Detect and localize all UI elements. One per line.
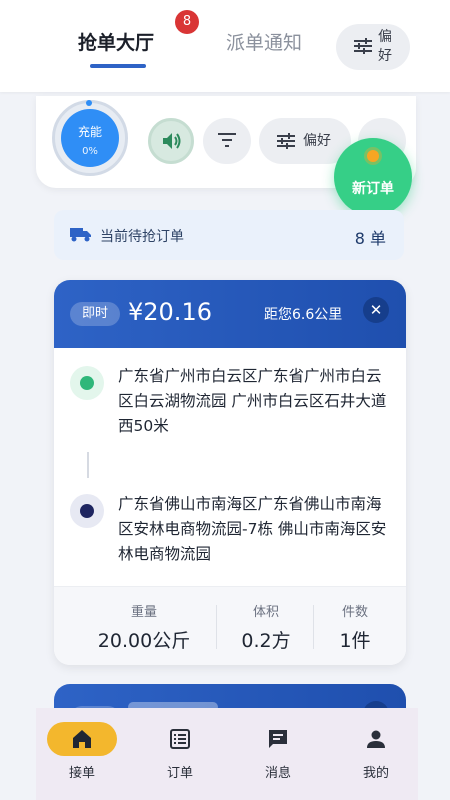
home-icon <box>73 730 91 748</box>
filter-button[interactable] <box>203 118 251 164</box>
count-label: 件数 <box>341 605 368 620</box>
nav-item-messages[interactable]: 消息 <box>238 708 318 800</box>
weight-label: 重量 <box>130 605 157 620</box>
close-icon[interactable]: ✕ <box>363 297 389 323</box>
charge-core: 充能 0% <box>61 109 119 167</box>
tune-icon <box>277 133 295 149</box>
nav-mine-pill <box>341 722 411 756</box>
charge-percent: 0% <box>82 146 98 157</box>
count-value: 1件 <box>339 630 371 652</box>
nav-item-mine[interactable]: 我的 <box>336 708 416 800</box>
new-order-label: 新订单 <box>352 181 394 197</box>
chat-icon <box>269 730 287 748</box>
nav-item-grab[interactable]: 接单 <box>42 708 122 800</box>
tab-grab-hall[interactable]: 抢单大厅 <box>78 28 154 55</box>
order-type-tag: 即时 <box>70 302 120 326</box>
volume-value: 0.2方 <box>241 630 291 652</box>
pending-count: 8 单 <box>354 229 386 248</box>
weight-value: 20.00公斤 <box>97 630 191 652</box>
header: 抢单大厅 8 派单通知 偏好 <box>0 0 450 92</box>
volume-label: 体积 <box>252 605 279 620</box>
order-card-header: 即时 ¥20.16 距您6.6公里 ✕ <box>54 280 406 348</box>
tab-active-indicator <box>90 64 146 68</box>
nav-orders-pill <box>145 722 215 756</box>
charge-label: 充能 <box>77 125 102 139</box>
stat-divider <box>313 605 314 649</box>
dropoff-marker-icon <box>70 494 104 528</box>
preference-label-top: 偏好 <box>378 29 392 64</box>
stat-divider <box>216 605 217 649</box>
list-icon <box>170 729 190 749</box>
tab-dispatch-notice[interactable]: 派单通知 <box>226 28 302 55</box>
preference-button-top[interactable]: 偏好 <box>336 24 410 70</box>
preference-button[interactable]: 偏好 <box>259 118 351 164</box>
filter-icon <box>218 133 236 147</box>
nav-grab-label: 接单 <box>68 766 95 781</box>
truck-icon <box>70 228 91 242</box>
pending-label: 当前待抢订单 <box>100 229 184 245</box>
nav-orders-label: 订单 <box>166 766 193 781</box>
person-icon <box>367 730 385 748</box>
sound-toggle-button[interactable] <box>148 118 194 164</box>
pickup-marker-icon <box>70 366 104 400</box>
route-connector <box>87 452 89 478</box>
stat-volume: 体积 0.2方 <box>226 587 306 665</box>
nav-item-orders[interactable]: 订单 <box>140 708 220 800</box>
tune-icon <box>354 38 372 54</box>
volume-icon <box>163 133 181 149</box>
new-order-button[interactable]: 新订单 <box>334 138 412 216</box>
dropoff-address: 广东省佛山市南海区广东省佛山市南海区安林电商物流园-7栋 佛山市南海区安林电商物… <box>118 495 387 563</box>
nav-messages-pill <box>243 722 313 756</box>
pickup-address: 广东省广州市白云区广东省广州市白云区白云湖物流园 广州市白云区石井大道西50米 <box>118 367 387 435</box>
bottom-nav: 接单 订单 消息 我的 <box>36 708 418 800</box>
charge-progress-dot <box>86 100 92 106</box>
nav-messages-label: 消息 <box>264 766 291 781</box>
order-stats: 重量 20.00公斤 体积 0.2方 件数 1件 <box>54 586 406 665</box>
nav-mine-label: 我的 <box>362 766 389 781</box>
charge-gauge[interactable]: 充能 0% <box>52 100 128 176</box>
order-price: ¥20.16 <box>128 298 212 326</box>
nav-grab-pill <box>47 722 117 756</box>
order-distance: 距您6.6公里 <box>264 307 343 323</box>
preference-label: 偏好 <box>303 133 331 149</box>
stat-weight: 重量 20.00公斤 <box>84 587 204 665</box>
stat-count: 件数 1件 <box>318 587 392 665</box>
pending-orders-bar: 当前待抢订单 8 单 <box>54 210 404 260</box>
new-order-indicator <box>367 150 379 162</box>
notification-badge: 8 <box>175 10 199 34</box>
order-card[interactable]: 即时 ¥20.16 距您6.6公里 ✕ 广东省广州市白云区广东省广州市白云区白云… <box>54 280 406 665</box>
